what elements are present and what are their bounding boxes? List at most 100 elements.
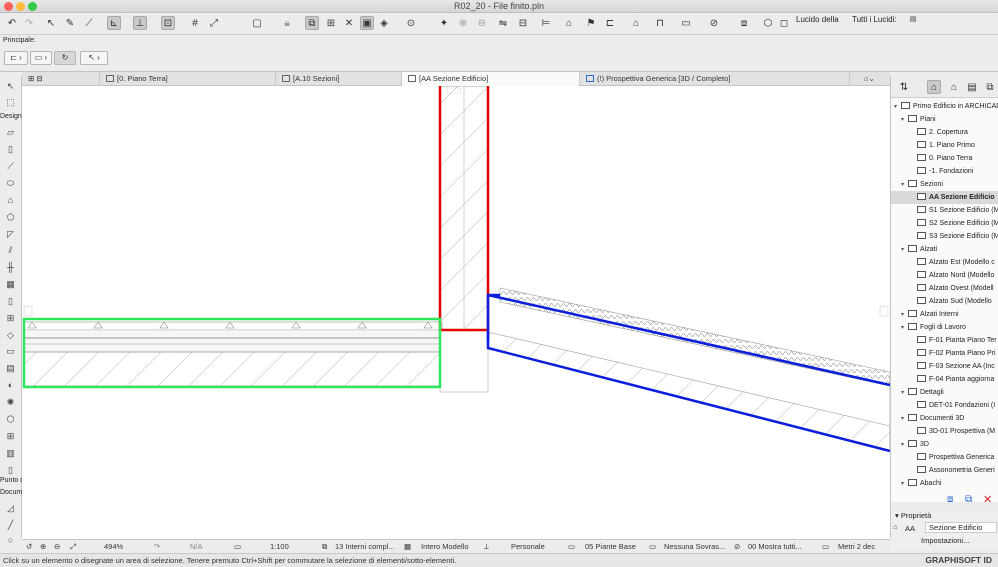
view-map-icon[interactable]: ⌂ <box>947 80 961 94</box>
pencil-icon[interactable]: ✎ <box>63 16 77 30</box>
new-view-icon[interactable]: ⧉ <box>965 494 972 505</box>
gravity-icon[interactable]: ⊙ <box>404 16 418 30</box>
tab-sezione-edificio[interactable]: [AA Sezione Edificio] <box>402 72 580 86</box>
marquee-tool-icon[interactable]: ⬚ <box>4 96 17 108</box>
expand-chevron-icon[interactable]: ▾ <box>901 179 908 191</box>
3d-document-icon[interactable]: ⧈ <box>737 16 751 30</box>
tab-overflow-button[interactable]: ⌂⌄ <box>858 72 888 86</box>
navigator-item[interactable]: Alzato Sud (Modello <box>891 295 998 308</box>
section-view-icon[interactable]: ⊏ <box>603 16 617 30</box>
delete-view-icon[interactable]: ✕ <box>983 493 992 506</box>
roof-tool-icon[interactable]: ⌂ <box>4 194 17 206</box>
expand-chevron-icon[interactable]: ▾ <box>894 101 901 113</box>
mesh-tool-icon[interactable]: ◸ <box>4 228 17 240</box>
arrow-tool-icon[interactable]: ↖ <box>4 80 17 92</box>
view-option-selector[interactable]: 05 Piante Base <box>585 540 636 554</box>
navigator-item[interactable]: -1. Fondazioni <box>891 165 998 178</box>
line-tool-icon[interactable]: ╱ <box>4 519 17 531</box>
snap-guides-icon[interactable]: ⊾ <box>107 16 121 30</box>
grid-snap-icon[interactable]: ⊥ <box>133 16 147 30</box>
properties-name-field[interactable]: Sezione Edificio <box>925 522 997 533</box>
layers-icon[interactable]: ◈ <box>377 16 391 30</box>
layout-book-icon[interactable]: ▤ <box>965 80 979 94</box>
curtain-tool-icon[interactable]: ▥ <box>4 447 17 459</box>
zone-tool-icon[interactable]: ⬡ <box>4 413 17 425</box>
rotate-icon[interactable]: ↻ <box>54 51 76 65</box>
navigator-options-icon[interactable]: ⇅ <box>897 80 911 94</box>
model-view-selector[interactable]: Intero Modello <box>421 540 469 554</box>
suspend-groups-icon[interactable]: ⧉ <box>305 16 319 30</box>
navigator-item[interactable]: ▾ Abachi <box>891 477 998 490</box>
column-tool-icon[interactable]: ▯ <box>4 143 17 155</box>
shell-tool-icon[interactable]: ⬠ <box>4 211 17 223</box>
zoom-level[interactable]: 494% <box>104 540 123 554</box>
pointer-mode-selector[interactable]: ↖ › <box>80 51 108 65</box>
redo-icon[interactable]: ↷ <box>22 16 36 30</box>
select-frame-icon[interactable]: ▣ <box>360 16 374 30</box>
graphisoft-id-button[interactable]: GRAPHISOFT ID <box>925 555 992 565</box>
eyedropper-icon[interactable]: ⟋ <box>82 16 96 30</box>
zoom-in-icon[interactable]: ⊕ <box>40 540 46 554</box>
elevation-view-icon[interactable]: ⌂ <box>629 16 643 30</box>
wall-section[interactable] <box>439 86 489 331</box>
wall-end-tool-icon[interactable]: ▭ <box>4 345 17 357</box>
beam-tool-icon[interactable]: ⟋ <box>4 160 17 172</box>
layer-combo-selector[interactable]: 13 Interni compl... <box>335 540 395 554</box>
stair-tool-icon[interactable]: ⫽ <box>4 244 17 256</box>
floor-plan-icon[interactable]: ⌂ <box>562 16 576 30</box>
distribute-icon[interactable]: ⊨ <box>539 16 553 30</box>
navigator-item[interactable]: 1. Piano Primo <box>891 139 998 152</box>
zoom-out-icon[interactable]: ⊖ <box>475 16 489 30</box>
dimension-selector[interactable]: Metri 2 dec <box>838 540 875 554</box>
trace-settings-icon[interactable]: ▤ <box>908 15 918 24</box>
roof-section[interactable] <box>487 287 890 451</box>
navigator-item[interactable]: ▾ Fogli di Lavoro <box>891 321 998 334</box>
navigator-item[interactable]: ▾ Dettagli <box>891 386 998 399</box>
navigator-item[interactable]: Assonometria Generi <box>891 464 998 477</box>
tab-prospettiva[interactable]: (!) Prospettiva Generica [3D / Completo] <box>580 72 850 86</box>
skylight-tool-icon[interactable]: ◇ <box>4 329 17 341</box>
mirror-icon[interactable]: ⇋ <box>496 16 510 30</box>
expand-chevron-icon[interactable]: ▾ <box>901 114 908 126</box>
undo-view-icon[interactable]: ↺ <box>26 540 32 554</box>
rotation-icon[interactable]: ↷ <box>154 540 160 554</box>
pointer-icon[interactable]: ↖ <box>44 16 58 30</box>
align-icon[interactable]: ⊟ <box>516 16 530 30</box>
curtain-wall-tool-icon[interactable]: ▦ <box>4 278 17 290</box>
navigator-item[interactable]: Alzato Nord (Modello <box>891 269 998 282</box>
slab-tool-icon[interactable]: ⬭ <box>4 177 17 189</box>
navigator-item[interactable]: 3D-01 Prospettiva (M <box>891 425 998 438</box>
navigator-item[interactable]: S1 Sezione Edificio (M <box>891 204 998 217</box>
hash-grid-icon[interactable]: # <box>188 16 202 30</box>
zoom-out-icon[interactable]: ⊖ <box>54 540 60 554</box>
marquee-mode-selector[interactable]: ⊏ › <box>4 51 28 65</box>
fill-tool-icon[interactable]: ◿ <box>4 502 17 514</box>
navigator-item[interactable]: F-03 Sezione AA (Inc <box>891 360 998 373</box>
lamp-tool-icon[interactable]: ✺ <box>4 396 17 408</box>
navigator-item[interactable]: ▾ Sezioni <box>891 178 998 191</box>
navigator-item[interactable]: AA Sezione Edificio <box>891 191 998 204</box>
project-map-icon[interactable]: ⌂ <box>927 80 941 94</box>
expand-chevron-icon[interactable]: ▾ <box>901 322 908 334</box>
wall-tool-icon[interactable]: ▱ <box>4 126 17 138</box>
floor-slab-section[interactable] <box>23 321 443 387</box>
zoom-in-icon[interactable]: ⊕ <box>456 16 470 30</box>
view-square-icon[interactable]: ▢ <box>250 16 264 30</box>
interior-view-icon[interactable]: ⊓ <box>653 16 667 30</box>
expand-chevron-icon[interactable]: ▾ <box>901 387 908 399</box>
open-view-icon[interactable]: ⧈ <box>947 494 953 505</box>
navigator-item[interactable]: ▾ Piani <box>891 113 998 126</box>
flag-icon[interactable]: ⚑ <box>584 16 598 30</box>
scale-value[interactable]: 1:100 <box>270 540 289 554</box>
cross-icon[interactable]: ✕ <box>342 16 356 30</box>
tab-sezioni[interactable]: [A.10 Sezioni] <box>276 72 402 86</box>
tab-piano-terra[interactable]: [0. Piano Terra] <box>100 72 276 86</box>
tab-list-icon[interactable]: ⊞ ⊟ <box>22 72 100 86</box>
section-canvas[interactable] <box>22 86 890 539</box>
properties-settings-button[interactable]: Impostazioni... <box>921 536 969 545</box>
door-tool-icon[interactable]: ▯ <box>4 295 17 307</box>
magic-wand-icon[interactable]: ✦ <box>437 16 451 30</box>
navigator-item[interactable]: S2 Sezione Edificio (M <box>891 217 998 230</box>
expand-chevron-icon[interactable]: ▾ <box>901 478 908 490</box>
3d-window-icon[interactable]: ⬡ <box>761 16 775 30</box>
